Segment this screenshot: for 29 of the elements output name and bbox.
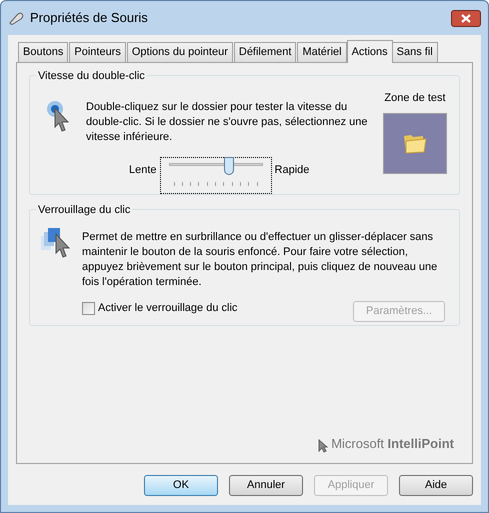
close-icon (461, 14, 471, 22)
mouse-icon (8, 11, 24, 25)
pointer-icon (318, 439, 328, 453)
description: Double-cliquez sur le dossier pour tester la vitesse du double-clic. Si le dossier ne s'ouvre pas, sélectionnez une vitesse inférieure. (86, 100, 369, 145)
window-title: Propriétés de Souris (30, 9, 148, 28)
slider-label: Rapide (274, 163, 310, 178)
tab[interactable]: Actions (346, 40, 393, 63)
tab[interactable]: Sans fil (392, 42, 438, 62)
test-area[interactable] (383, 112, 447, 174)
tab[interactable]: Défilement (234, 42, 296, 62)
close-button[interactable] (451, 10, 481, 26)
tab[interactable]: Pointeurs (69, 42, 126, 62)
slider-label: Lente (129, 163, 157, 178)
tab[interactable]: Options du pointeur (126, 42, 233, 62)
dialog-button[interactable]: Annuler (229, 475, 303, 496)
tab[interactable]: Matériel (297, 42, 347, 62)
folder-icon (403, 132, 427, 154)
tab[interactable]: Boutons (18, 42, 68, 62)
brand-logo-text: Microsoft IntelliPoint (331, 434, 454, 452)
speed-slider[interactable] (160, 157, 272, 194)
dialog-button[interactable]: Aide (399, 475, 473, 496)
slider-thumb[interactable] (224, 157, 234, 175)
group-title: Verrouillage du clic (36, 202, 132, 218)
dialog-button[interactable]: OK (144, 475, 218, 496)
test-area-label: Zone de test (384, 91, 446, 106)
click-lock-icon (40, 226, 70, 260)
description: Permet de mettre en surbrillance ou d'effectuer un glisser-déplacer sans maintenir le bouton de la souris enfoncé. Pour faire votre sélection, appuyez brièvement sur le bouton principal, puis cliquez de nouveau une fois l'opération terminée. (82, 230, 438, 290)
pointer-icon (46, 100, 72, 132)
click-lock-checkbox[interactable]: Activer le verrouillage du clic (82, 300, 238, 317)
